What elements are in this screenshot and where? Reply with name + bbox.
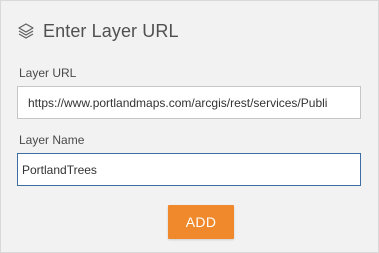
add-button[interactable]: ADD bbox=[168, 205, 234, 239]
panel-header: Enter Layer URL bbox=[17, 18, 179, 44]
layer-name-label: Layer Name bbox=[19, 133, 85, 147]
panel-title: Enter Layer URL bbox=[43, 20, 179, 41]
layer-name-input[interactable] bbox=[17, 153, 361, 186]
layer-url-input[interactable] bbox=[17, 86, 361, 119]
layers-icon bbox=[17, 22, 35, 40]
add-layer-panel: Enter Layer URL Layer URL Layer Name ADD bbox=[0, 0, 379, 253]
layer-url-label: Layer URL bbox=[19, 66, 77, 80]
